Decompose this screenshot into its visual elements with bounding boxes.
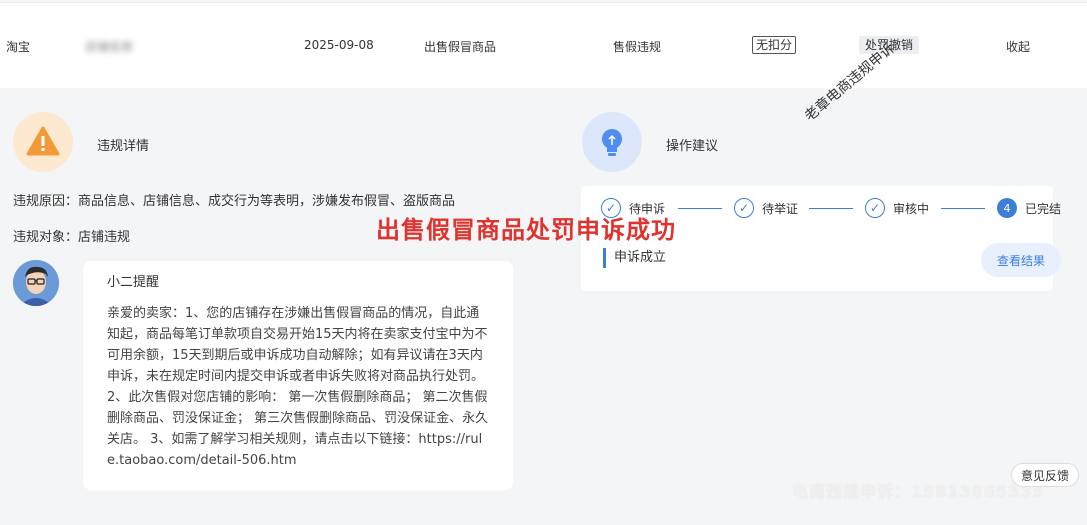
step-label: 审核中 [893,201,930,216]
shop-name: 店铺名称 [85,40,134,54]
step-label: 待举证 [762,201,799,216]
violation-category: 售假违规 [613,40,662,54]
reminder-title: 小二提醒 [107,275,160,290]
reminder-bubble: 小二提醒 亲爱的卖家：1、您的店铺存在涉嫌出售假冒商品的情况，自此通知起，商品每… [83,261,513,490]
step-under-review: ✓ 审核中 [865,198,929,218]
step-connector [809,208,853,209]
violation-details-title: 违规详情 [97,139,150,154]
reason-label: 违规原因： [13,194,79,209]
violation-details-panel: 违规详情 违规原因：商品信息、店铺信息、成交行为等表明，涉嫌发布假冒、盗版商品 … [0,95,555,525]
step-completed: 4 已完结 [997,198,1061,218]
platform-name: 淘宝 [6,40,31,54]
check-icon: ✓ [865,198,885,218]
warning-icon [13,112,73,172]
check-icon: ✓ [734,198,754,218]
deduction-badge: 无扣分 [752,36,797,54]
target-label: 违规对象： [13,230,79,245]
lightbulb-icon [582,112,642,172]
appeal-result: 申诉成立 [603,248,666,268]
operation-suggestions-title: 操作建议 [666,139,719,154]
violation-reason: 违规原因：商品信息、店铺信息、成交行为等表明，涉嫌发布假冒、盗版商品 [13,190,455,209]
view-result-button[interactable]: 查看结果 [981,243,1061,277]
step-connector [678,208,722,209]
record-date: 2025-09-08 [304,38,374,52]
bottom-watermark: 电商违规申诉：15813865335 [792,482,1045,501]
step-connector [941,208,985,209]
target-value: 店铺违规 [78,230,131,245]
collapse-link[interactable]: 收起 [1006,38,1030,55]
violation-target: 违规对象：店铺违规 [13,226,130,245]
reason-value: 商品信息、店铺信息、成交行为等表明，涉嫌发布假冒、盗版商品 [78,194,456,209]
support-avatar [13,260,59,306]
violation-record-row: 淘宝 店铺名称 2025-09-08 出售假冒商品 售假违规 无扣分 处罚撤销 … [0,2,1087,88]
appeal-success-headline: 出售假冒商品处罚申诉成功 [376,216,676,244]
reminder-text: 亲爱的卖家：1、您的店铺存在涉嫌出售假冒商品的情况，自此通知起，商品每笔订单款项… [107,306,489,468]
step-number: 4 [997,198,1017,218]
step-pending-evidence: ✓ 待举证 [734,198,798,218]
operation-suggestions-panel: 操作建议 ✓ 待申诉 ✓ 待举证 ✓ 审核中 4 已完结 申诉成立 查看结果 [565,95,1087,525]
feedback-button[interactable]: 意见反馈 [1011,463,1079,487]
violation-type: 出售假冒商品 [424,40,497,54]
step-label: 已完结 [1025,201,1062,216]
